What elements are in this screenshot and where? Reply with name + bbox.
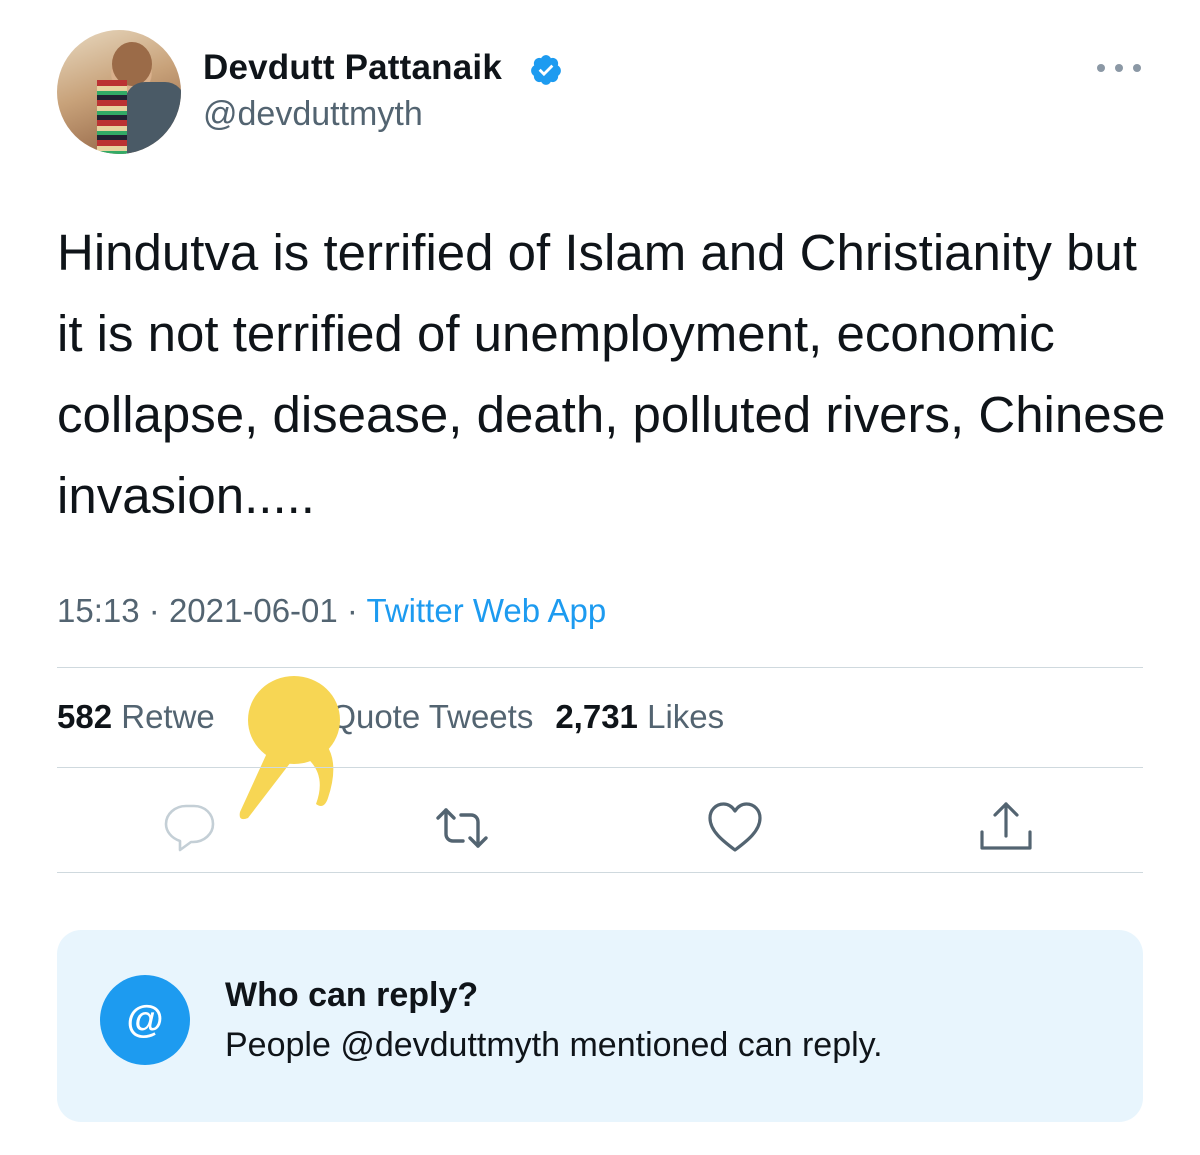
retweets-count: 582: [57, 698, 113, 735]
avatar-books: [97, 80, 127, 154]
meta-separator: ·: [148, 592, 160, 629]
reply-icon[interactable]: [160, 798, 220, 858]
author-handle[interactable]: @devduttmyth: [203, 95, 423, 134]
avatar-shirt: [125, 82, 181, 154]
likes-stat[interactable]: 2,731 Likes: [555, 698, 724, 735]
divider: [57, 667, 1143, 668]
tweet-stats: 582 Retwe2 Quote Tweets2,731 Likes: [57, 698, 724, 736]
likes-label: Likes: [647, 698, 725, 735]
tweet-source-link[interactable]: Twitter Web App: [367, 592, 607, 629]
tweet-text: Hindutva is terrified of Islam and Chris…: [57, 224, 1166, 524]
dot: [1097, 64, 1105, 72]
dot: [1133, 64, 1141, 72]
retweets-stat[interactable]: 582 Retwe: [57, 698, 215, 735]
pointing-hand-emoji-icon: [239, 676, 340, 820]
retweets-label: Retwe: [121, 698, 215, 735]
dot: [1115, 64, 1123, 72]
meta-separator: ·: [346, 592, 358, 629]
tweet-time: 15:13: [57, 592, 140, 629]
more-options-icon[interactable]: [1097, 58, 1141, 78]
at-mention-icon: @: [100, 975, 190, 1065]
share-icon[interactable]: [976, 798, 1036, 858]
reply-restriction-box: @ Who can reply? People @devduttmyth men…: [57, 930, 1143, 1122]
likes-count: 2,731: [555, 698, 638, 735]
like-icon[interactable]: [705, 798, 765, 858]
author-name[interactable]: Devdutt Pattanaik: [203, 48, 502, 88]
retweet-icon[interactable]: [432, 798, 492, 858]
tweet-date: 2021-06-01: [168, 592, 338, 629]
verified-badge-icon: [531, 55, 561, 85]
quote-tweets-label: Quote Tweets: [330, 698, 534, 735]
reply-restriction-title: Who can reply?: [225, 976, 479, 1014]
tweet-metadata: 15:13 · 2021-06-01 · Twitter Web App: [57, 592, 606, 630]
avatar[interactable]: [57, 30, 181, 154]
reply-restriction-subtitle: People @devduttmyth mentioned can reply.: [225, 1026, 883, 1064]
divider: [57, 872, 1143, 873]
divider: [57, 767, 1143, 768]
